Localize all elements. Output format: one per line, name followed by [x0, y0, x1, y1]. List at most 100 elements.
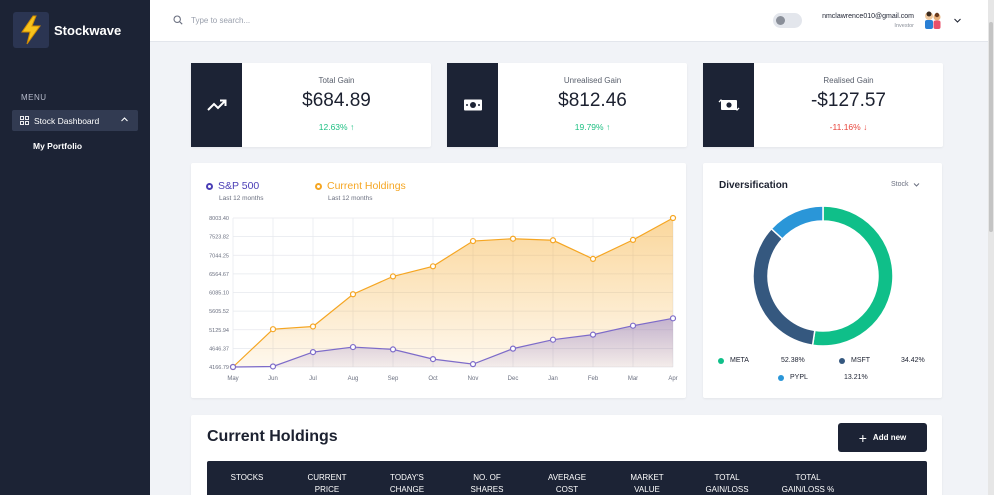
stat-change: -11.16% ↓: [829, 122, 868, 132]
toggle-knob: [776, 16, 785, 25]
pie-value-msft: 34.42%: [901, 357, 925, 364]
stat-card-total-gain: Total Gain $684.89 12.63% ↑: [191, 63, 431, 147]
data-point: [549, 237, 557, 244]
arrow-up-icon: ↑: [605, 122, 611, 132]
arrow-up-icon: ↑: [349, 122, 355, 132]
x-tick-label: Mar: [628, 376, 638, 382]
data-point: [469, 237, 477, 245]
x-tick-label: May: [227, 376, 238, 382]
data-point: [389, 346, 397, 353]
sidebar-item-label: Stock Dashboard: [34, 115, 100, 126]
y-tick-label: 6564.67: [209, 272, 229, 278]
data-point: [589, 255, 597, 263]
stat-label: Unrealised Gain: [563, 76, 622, 85]
stat-value: $684.89: [302, 90, 371, 111]
x-tick-label: Nov: [468, 376, 479, 382]
y-tick-label: 7523.82: [209, 235, 229, 241]
column-header-market-value[interactable]: MARKET VALUE: [617, 472, 677, 495]
y-tick-label: 4166.79: [209, 365, 229, 371]
x-tick-label: Feb: [588, 376, 599, 382]
x-tick-label: Jan: [548, 376, 558, 382]
data-point: [629, 236, 637, 243]
pie-legend-msft[interactable]: MSFT: [839, 357, 870, 364]
y-tick-label: 5605.52: [209, 309, 229, 315]
sidebar: Stockwave MENU Stock Dashboard My Portfo…: [0, 0, 150, 495]
page-scrollbar[interactable]: [988, 0, 994, 495]
data-point: [349, 343, 357, 351]
column-header-stocks[interactable]: STOCKS: [217, 472, 277, 484]
app-logo[interactable]: Stockwave: [13, 12, 121, 48]
search-input[interactable]: Type to search...: [191, 16, 250, 25]
column-header-total-gain-loss-pct[interactable]: TOTAL GAIN/LOSS %: [777, 472, 839, 495]
donut-slice-msft: [752, 227, 816, 347]
x-tick-label: Jun: [268, 376, 278, 382]
data-point: [469, 361, 477, 368]
user-role: Investor: [894, 23, 914, 29]
y-tick-label: 4646.37: [209, 346, 229, 352]
stat-label: Realised Gain: [823, 76, 874, 85]
legend-dot: [778, 374, 784, 381]
data-point: [229, 363, 237, 371]
data-point: [509, 345, 517, 352]
pie-value-pypl: 13.21%: [844, 374, 868, 381]
search-bar[interactable]: Type to search...: [173, 15, 250, 25]
chevron-up-icon: [121, 117, 128, 122]
performance-chart: 4166.79 4646.37 5125.94 5605.52 6085.10 6564.…: [209, 214, 678, 382]
add-new-button[interactable]: + Add new: [838, 423, 927, 452]
column-header-current-price[interactable]: CURRENT PRICE: [297, 472, 357, 495]
theme-toggle[interactable]: [773, 13, 802, 28]
x-tick-label: Jul: [309, 376, 317, 382]
top-bar: Type to search... nmclawrence010@gmail.c…: [150, 0, 988, 42]
column-header-todays-change[interactable]: TODAY'S CHANGE: [377, 472, 437, 495]
scrollbar-thumb[interactable]: [989, 22, 993, 232]
column-header-average-cost[interactable]: AVERAGE COST: [537, 472, 597, 495]
pie-value-meta: 52.38%: [781, 357, 805, 364]
data-point: [509, 235, 517, 242]
data-point: [429, 356, 437, 363]
y-tick-label: 6085.10: [209, 291, 229, 297]
data-point: [589, 331, 597, 338]
pie-legend-pypl[interactable]: PYPL: [778, 374, 808, 381]
column-header-total-gain-loss[interactable]: TOTAL GAIN/LOSS: [697, 472, 757, 495]
holdings-table-header: STOCKS CURRENT PRICE TODAY'S CHANGE NO. OF…: [207, 461, 927, 495]
search-icon: [173, 15, 183, 25]
diversification-card: Diversification Stock META 52.38% MSFT 3…: [703, 163, 942, 398]
grid-icon: [20, 116, 29, 125]
x-tick-label: Dec: [508, 376, 519, 382]
x-tick-label: Oct: [428, 376, 438, 382]
performance-chart-card: S&P 500 Last 12 months Current Holdings …: [191, 163, 686, 398]
money-exchange-icon: [703, 63, 754, 147]
data-point: [349, 291, 357, 298]
plus-icon: +: [858, 429, 867, 446]
donut-slice-meta: [811, 205, 894, 347]
stat-change: 19.79% ↑: [574, 122, 611, 132]
stat-card-unrealised-gain: Unrealised Gain $812.46 19.79% ↑: [447, 63, 687, 147]
donut-slice-pypl: [770, 205, 824, 240]
data-point: [389, 273, 397, 280]
data-point: [269, 326, 277, 333]
legend-dot: [839, 357, 845, 364]
trend-up-icon: [191, 63, 242, 147]
stat-value: -$127.57: [810, 90, 886, 111]
avatar[interactable]: [922, 9, 944, 31]
pie-legend-meta[interactable]: META: [718, 357, 749, 364]
data-point: [309, 349, 317, 356]
data-point: [549, 336, 557, 343]
stat-change: 12.63% ↑: [318, 122, 355, 132]
app-name: Stockwave: [54, 22, 122, 38]
stat-label: Total Gain: [318, 76, 355, 85]
sidebar-item-stock-dashboard[interactable]: Stock Dashboard: [12, 110, 138, 131]
data-point: [669, 214, 677, 222]
data-point: [429, 263, 437, 270]
x-tick-label: Sep: [388, 376, 399, 382]
data-point: [629, 322, 637, 329]
stat-card-realised-gain: Realised Gain -$127.57 -11.16% ↓: [703, 63, 943, 147]
chevron-down-icon[interactable]: [953, 16, 962, 25]
current-holdings-card: Current Holdings + Add new STOCKS CURREN…: [191, 415, 942, 495]
column-header-no-of-shares[interactable]: NO. OF SHARES: [457, 472, 517, 495]
sidebar-item-my-portfolio[interactable]: My Portfolio: [33, 141, 82, 151]
data-point: [269, 363, 277, 370]
legend-dot: [718, 357, 724, 364]
menu-label: MENU: [21, 93, 47, 102]
money-icon: [447, 63, 498, 147]
